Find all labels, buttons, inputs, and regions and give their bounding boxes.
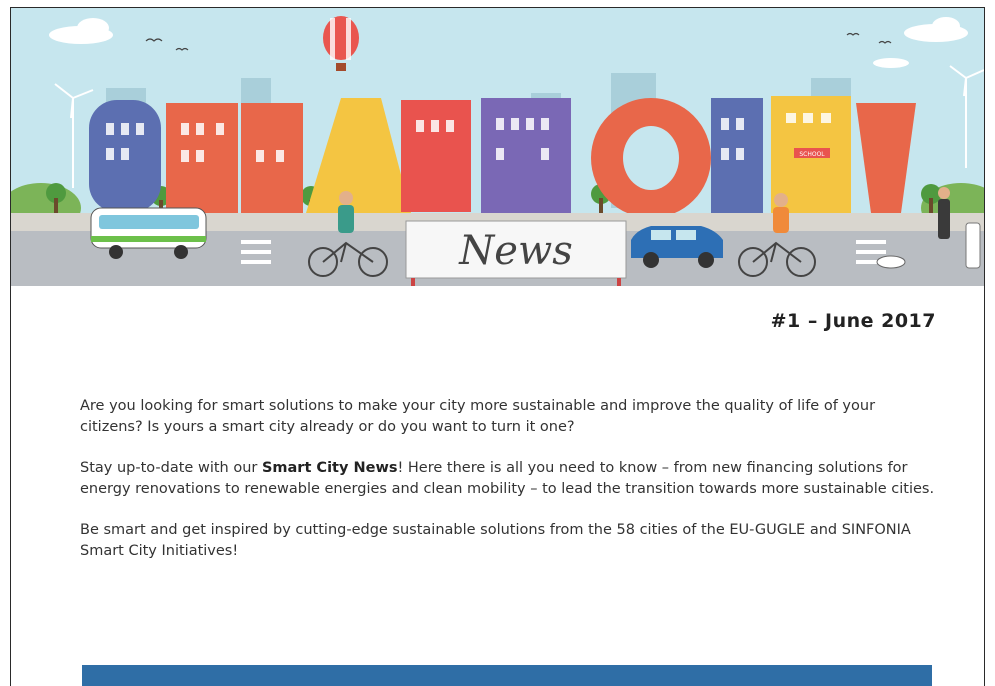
school-sign: SCHOOL [799,151,825,158]
issue-label: #1 – June 2017 [770,310,936,332]
section-header-bar [82,665,932,686]
news-sign-text: News [458,228,572,274]
intro-paragraph-2-start: Stay up-to-date with our [80,460,262,476]
smart-city-news-bold: Smart City News [261,460,398,476]
smart-city-banner: SCHOOL News [11,8,984,286]
intro-paragraph-3: Be smart and get inspired by cutting-edg… [80,522,911,559]
intro-paragraph-2: Stay up-to-date with our Smart City News… [80,458,940,500]
newsletter-frame: SCHOOL News #1 – June 2017 Are you looki… [10,7,985,686]
intro-paragraph-1: Are you looking for smart solutions to m… [80,398,876,435]
news-sign: News [405,220,627,286]
intro-text: Are you looking for smart solutions to m… [80,396,940,582]
